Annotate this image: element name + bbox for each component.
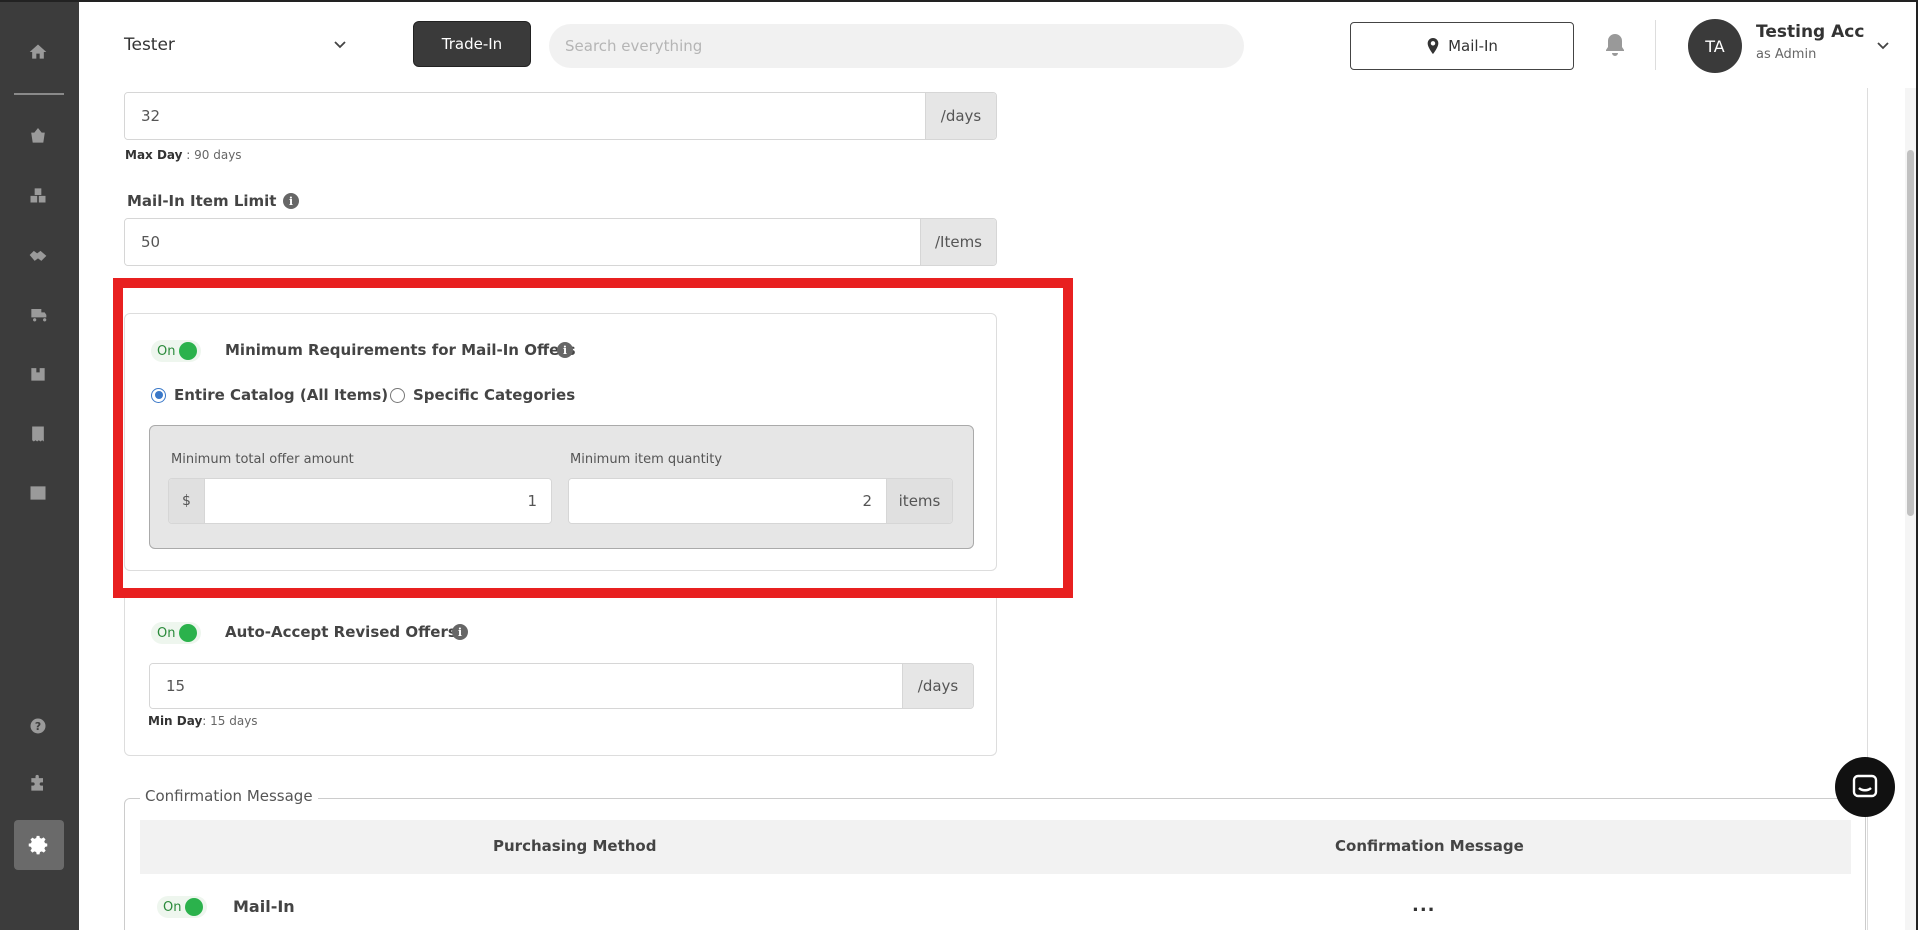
bell-icon[interactable] [1603, 32, 1629, 60]
sidebar-divider [14, 93, 64, 95]
radio-entire-catalog[interactable]: Entire Catalog (All Items) [151, 386, 388, 404]
toggle-label: On [163, 899, 182, 915]
radio-selected-icon [151, 387, 166, 403]
chevron-down-icon[interactable] [1875, 37, 1891, 53]
sidebar-item-settings[interactable] [14, 820, 64, 870]
min-day-value: : 15 days [202, 714, 258, 728]
auto-accept-field: /days [149, 663, 974, 709]
top-header: Tester Trade-In Mail-In TA Testing Acc a… [79, 0, 1918, 88]
min-day-label: Min Day [148, 714, 203, 728]
min-requirements-title: Minimum Requirements for Mail-In Offers [225, 341, 576, 359]
radio-entire-label: Entire Catalog (All Items) [174, 386, 389, 404]
col-purchasing-method: Purchasing Method [493, 837, 657, 855]
scrollbar-thumb[interactable] [1907, 150, 1914, 516]
min-qty-input[interactable] [569, 479, 886, 523]
items-suffix: items [886, 479, 952, 523]
radio-unselected-icon [390, 387, 405, 403]
auto-accept-suffix: /days [902, 664, 973, 708]
toggle-knob [179, 342, 198, 360]
radio-specific-categories[interactable]: Specific Categories [390, 386, 575, 404]
toggle-label: On [157, 343, 176, 359]
mail-in-row-toggle[interactable]: On [157, 896, 208, 918]
delivery-icon[interactable] [25, 301, 51, 327]
box-icon[interactable] [25, 361, 51, 387]
confirmation-legend: Confirmation Message [140, 787, 318, 805]
min-qty-label: Minimum item quantity [570, 452, 723, 467]
user-role: as Admin [1756, 47, 1817, 62]
puzzle-icon[interactable] [25, 771, 51, 797]
user-name[interactable]: Testing Acc [1756, 22, 1864, 42]
max-day-hint: Max Day : 90 days [125, 148, 242, 162]
table-row-method: Mail-In [233, 897, 295, 916]
auto-accept-input[interactable] [150, 664, 902, 708]
offer-expiry-field: /days [124, 92, 997, 140]
auto-accept-title: Auto-Accept Revised Offers [225, 623, 457, 641]
trade-in-button[interactable]: Trade-In [413, 21, 531, 67]
offer-expiry-suffix: /days [925, 93, 996, 139]
item-limit-input[interactable] [125, 219, 920, 265]
mail-in-button[interactable]: Mail-In [1350, 22, 1574, 70]
storefront-icon[interactable] [25, 480, 51, 506]
chat-icon[interactable] [1835, 757, 1895, 817]
info-icon[interactable]: i [452, 624, 468, 640]
info-icon[interactable]: i [557, 342, 573, 358]
toggle-knob [185, 898, 204, 916]
basket-icon[interactable] [25, 123, 51, 149]
min-amount-input[interactable] [205, 479, 551, 523]
min-requirements-toggle[interactable]: On [151, 340, 202, 362]
chevron-down-icon[interactable] [332, 36, 348, 52]
min-day-hint: Min Day: 15 days [148, 714, 258, 728]
min-amount-label: Minimum total offer amount [171, 452, 354, 467]
receipt-icon[interactable] [25, 421, 51, 447]
handshake-icon[interactable] [25, 242, 51, 268]
min-amount-field: $ [168, 478, 552, 524]
toggle-label: On [157, 625, 176, 641]
sidebar: ? [0, 0, 79, 930]
toggle-knob [179, 624, 198, 642]
radio-specific-label: Specific Categories [413, 386, 576, 404]
home-icon[interactable] [25, 39, 51, 65]
item-limit-field: /Items [124, 218, 997, 266]
max-day-label: Max Day [125, 148, 183, 162]
search-input[interactable] [549, 24, 1244, 68]
boxes-icon[interactable] [25, 182, 51, 208]
confirmation-table-header [140, 820, 1851, 874]
svg-text:?: ? [35, 720, 41, 733]
min-qty-field: items [568, 478, 953, 524]
gear-icon [28, 835, 48, 855]
header-divider [1655, 20, 1656, 70]
more-options-icon[interactable]: ... [1412, 895, 1436, 916]
location-pin-icon [1427, 38, 1439, 54]
mail-in-label: Mail-In [1448, 37, 1498, 55]
max-day-value: : 90 days [182, 148, 242, 162]
dollar-prefix: $ [169, 479, 205, 523]
offer-expiry-input[interactable] [125, 93, 925, 139]
info-icon[interactable]: i [283, 193, 299, 209]
avatar[interactable]: TA [1688, 19, 1742, 73]
auto-accept-toggle[interactable]: On [151, 622, 202, 644]
help-icon[interactable]: ? [25, 713, 51, 739]
store-selector[interactable]: Tester [124, 35, 175, 55]
item-limit-suffix: /Items [920, 219, 996, 265]
item-limit-label: Mail-In Item Limit [127, 192, 277, 210]
col-confirmation-message: Confirmation Message [1335, 837, 1524, 855]
